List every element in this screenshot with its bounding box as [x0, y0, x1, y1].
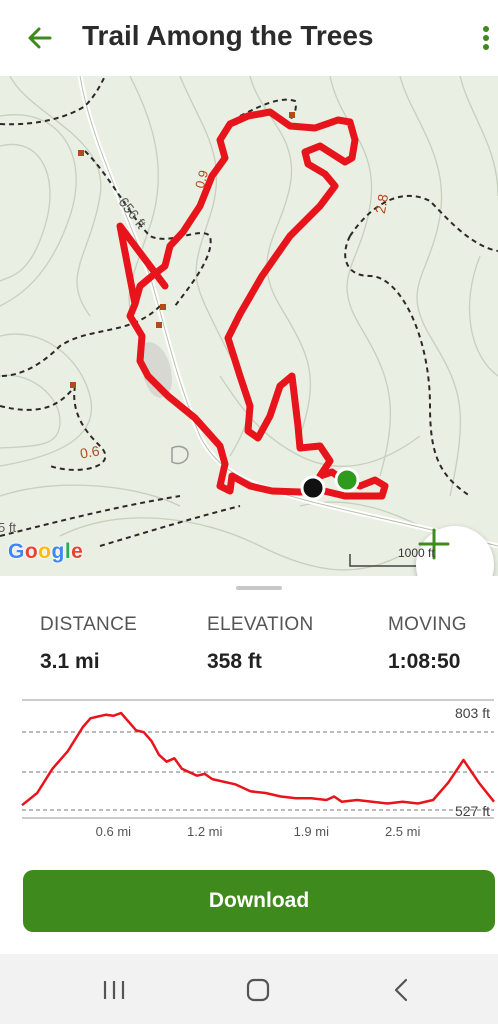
moving-label: MOVING	[388, 614, 467, 635]
google-logo-letter: G	[8, 540, 25, 563]
google-logo-letter: e	[71, 540, 84, 563]
distance-value: 3.1 mi	[40, 650, 100, 673]
google-logo-letter: g	[51, 540, 65, 563]
download-button[interactable]: Download	[23, 870, 495, 932]
elevation-label: ELEVATION	[207, 614, 314, 635]
moving-value: 1:08:50	[388, 650, 461, 673]
home-icon	[246, 978, 270, 1002]
elevation-profile-chart[interactable]: 803 ft 527 ft 0.6 mi 1.2 mi 1.9 mi 2.5 mi	[0, 696, 498, 846]
system-back-button[interactable]	[384, 972, 420, 1008]
home-button[interactable]	[240, 972, 276, 1008]
x-tick-label: 1.9 mi	[294, 824, 330, 839]
y-min-label: 527 ft	[455, 803, 490, 819]
end-marker[interactable]	[300, 475, 326, 501]
back-button[interactable]	[24, 22, 56, 54]
elevation-stat: ELEVATION 358 ft	[207, 614, 314, 674]
page-title: Trail Among the Trees	[82, 20, 374, 51]
x-tick-label: 0.6 mi	[96, 824, 132, 839]
map-scale-label: 1000 ft	[398, 546, 435, 560]
distance-stat: DISTANCE 3.1 mi	[40, 614, 137, 674]
recents-button[interactable]	[96, 972, 132, 1008]
app-bar: Trail Among the Trees	[0, 0, 498, 76]
recents-icon	[103, 981, 125, 999]
start-marker[interactable]	[334, 467, 360, 493]
back-chevron-icon	[394, 978, 408, 1002]
google-logo: Google	[8, 540, 83, 564]
x-tick-label: 1.2 mi	[187, 824, 223, 839]
more-options-button[interactable]	[478, 22, 494, 54]
google-logo-letter: o	[38, 540, 52, 563]
drag-handle[interactable]	[236, 586, 282, 590]
contour-label: 5 ft	[0, 520, 17, 535]
google-logo-letter: o	[24, 540, 39, 563]
distance-label: DISTANCE	[40, 614, 138, 635]
arrow-left-icon	[28, 27, 52, 49]
more-vert-icon	[483, 26, 489, 50]
y-max-label: 803 ft	[455, 705, 490, 721]
trail-distance-label: 2.8	[372, 192, 392, 215]
trail-details-sheet: DISTANCE 3.1 mi ELEVATION 358 ft MOVING …	[0, 576, 498, 954]
moving-time-stat: MOVING 1:08:50	[388, 614, 467, 674]
topo-map-canvas	[0, 76, 498, 571]
elevation-value: 358 ft	[207, 650, 262, 673]
x-tick-label: 2.5 mi	[385, 824, 421, 839]
elevation-series-line	[21, 711, 495, 807]
trail-distance-label: 0.6	[78, 442, 101, 462]
system-nav-bar	[0, 954, 498, 1024]
trail-map[interactable]: 656 ft 2.8 0.6 5 ft 0.9	[0, 76, 498, 576]
